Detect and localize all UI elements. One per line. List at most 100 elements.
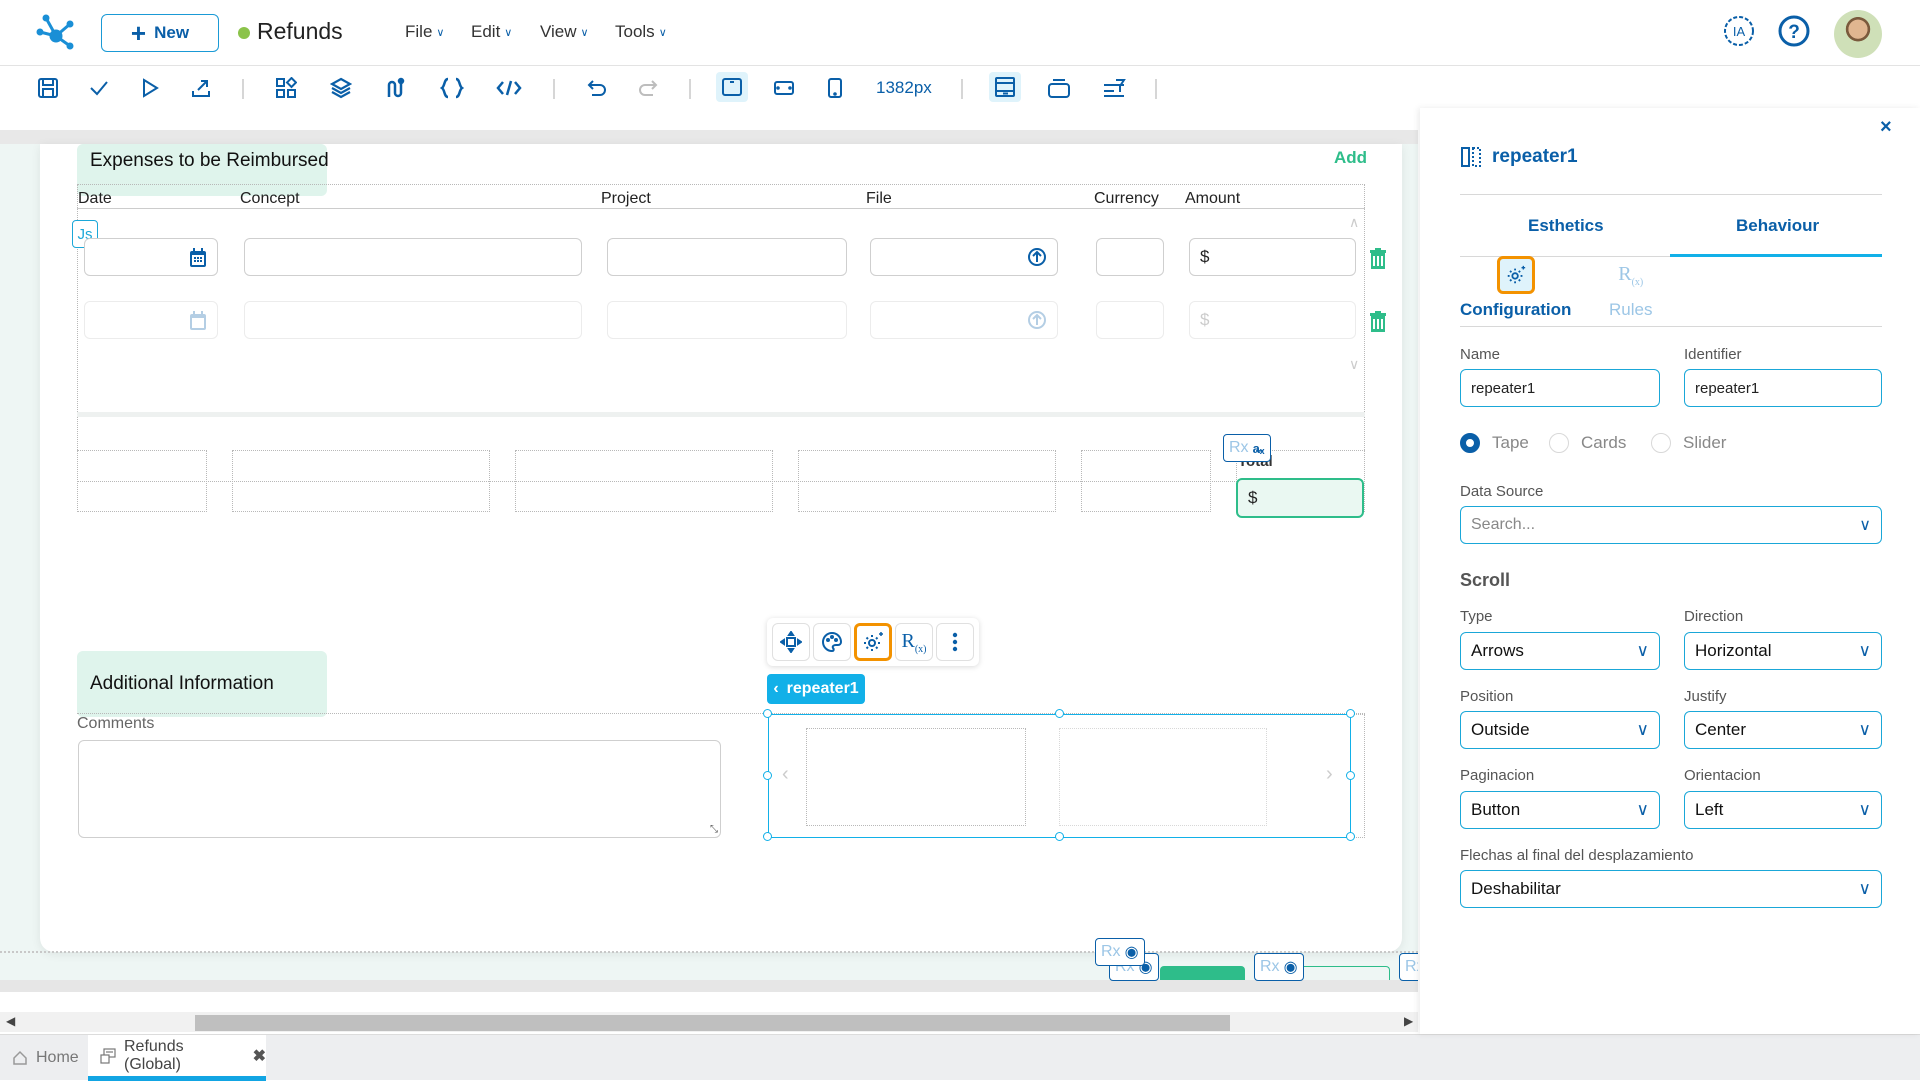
resize-handle[interactable] [763, 832, 772, 841]
amount-input[interactable]: $ [1189, 301, 1356, 339]
rx-visibility-badge[interactable]: Rx [1399, 953, 1418, 981]
arrows-end-select[interactable]: Deshabilitar ∨ [1460, 870, 1882, 908]
tab-refunds-global[interactable]: Refunds (Global) ✖ [88, 1035, 266, 1081]
menu-file[interactable]: File ∨ [405, 22, 444, 42]
scroll-left-icon[interactable]: ◀ [6, 1014, 15, 1028]
resize-handle-icon[interactable]: ⤡ [710, 824, 718, 835]
scroll-right-icon[interactable]: ▶ [1404, 1014, 1413, 1028]
file-input[interactable] [870, 301, 1058, 339]
project-input[interactable] [607, 238, 847, 276]
export-icon[interactable] [188, 75, 214, 101]
currency-input[interactable] [1096, 301, 1164, 339]
layers-icon[interactable] [328, 75, 354, 101]
upload-icon[interactable] [1027, 310, 1047, 330]
project-input[interactable] [607, 301, 847, 339]
orientation-select[interactable]: Left ∨ [1684, 791, 1882, 829]
resize-handle[interactable] [763, 709, 772, 718]
page-layout-icon[interactable] [989, 72, 1021, 102]
concept-input[interactable] [244, 301, 582, 339]
radio-slider[interactable]: Slider [1651, 433, 1726, 453]
user-avatar[interactable] [1834, 10, 1882, 58]
resize-handle[interactable] [1346, 832, 1355, 841]
secondary-button-preview[interactable] [1290, 966, 1390, 980]
menu-tools[interactable]: Tools ∨ [615, 22, 667, 42]
container-icon[interactable] [1046, 75, 1072, 101]
position-select[interactable]: Outside ∨ [1460, 711, 1660, 749]
grid-scroll-up-icon[interactable]: ∧ [1349, 214, 1359, 231]
tablet-view-icon[interactable] [771, 75, 797, 101]
calendar-icon[interactable] [189, 248, 207, 268]
redo-icon[interactable] [635, 75, 661, 101]
palette-icon[interactable] [813, 623, 851, 661]
config-gear-icon[interactable] [854, 623, 892, 661]
concept-input[interactable] [244, 238, 582, 276]
subtab-configuration[interactable]: Configuration [1460, 256, 1571, 320]
desktop-view-icon[interactable] [716, 72, 748, 102]
radio-cards[interactable]: Cards [1549, 433, 1626, 453]
selected-element-tag[interactable]: ‹ repeater1 [767, 674, 865, 704]
tab-behaviour[interactable]: Behaviour [1736, 216, 1819, 236]
rx-formula-badge[interactable]: Rx a̶ₓ [1223, 434, 1271, 462]
tab-home[interactable]: Home [12, 1035, 79, 1081]
resize-handle[interactable] [1055, 832, 1064, 841]
close-tab-icon[interactable]: ✖ [253, 1046, 266, 1066]
resize-handle[interactable] [1055, 709, 1064, 718]
radio-tape[interactable]: Tape [1460, 433, 1529, 453]
new-button[interactable]: + New [101, 14, 219, 52]
type-select[interactable]: Arrows ∨ [1460, 632, 1660, 670]
menu-view[interactable]: View ∨ [540, 22, 589, 42]
rx-visibility-badge[interactable]: Rx ◉ [1095, 938, 1145, 966]
mobile-view-icon[interactable] [822, 75, 848, 101]
app-logo-icon[interactable] [36, 12, 76, 52]
horizontal-scrollbar[interactable]: ◀ ▶ [0, 1012, 1418, 1032]
subtab-rules[interactable]: R(x) Rules [1609, 256, 1652, 320]
filter-icon[interactable] [1101, 75, 1127, 101]
undo-icon[interactable] [584, 75, 610, 101]
components-icon[interactable] [273, 75, 299, 101]
play-icon[interactable] [137, 75, 163, 101]
justify-select[interactable]: Center ∨ [1684, 711, 1882, 749]
total-input[interactable]: $ [1236, 478, 1364, 518]
menu-edit[interactable]: Edit ∨ [471, 22, 512, 42]
scrollbar-thumb[interactable] [195, 1015, 1230, 1031]
tab-esthetics[interactable]: Esthetics [1528, 216, 1604, 236]
check-icon[interactable] [86, 75, 112, 101]
resize-handle[interactable] [1346, 771, 1355, 780]
move-icon[interactable] [772, 623, 810, 661]
resize-handle[interactable] [1346, 709, 1355, 718]
name-input[interactable]: repeater1 [1460, 369, 1660, 407]
repeater-next-arrow-icon[interactable]: › [1326, 763, 1333, 786]
submit-button-preview[interactable] [1160, 966, 1245, 980]
rx-visibility-badge[interactable]: Rx ◉ [1254, 953, 1304, 981]
ai-assistant-button[interactable]: IA [1722, 14, 1756, 48]
date-input[interactable] [84, 238, 218, 276]
date-input[interactable] [84, 301, 218, 339]
amount-input[interactable]: $ [1189, 238, 1356, 276]
code-icon[interactable] [496, 75, 522, 101]
repeater-selected[interactable]: ‹ › [763, 709, 1355, 841]
calendar-icon[interactable] [189, 311, 207, 331]
add-row-link[interactable]: Add [1334, 148, 1367, 168]
pagination-select[interactable]: Button ∨ [1460, 791, 1660, 829]
data-source-select[interactable]: Search... ∨ [1460, 506, 1882, 544]
direction-select[interactable]: Horizontal ∨ [1684, 632, 1882, 670]
file-input[interactable] [870, 238, 1058, 276]
rules-rx-icon[interactable]: R(x) [895, 623, 933, 661]
upload-icon[interactable] [1027, 247, 1047, 267]
close-panel-icon[interactable]: × [1880, 116, 1892, 139]
identifier-input[interactable]: repeater1 [1684, 369, 1882, 407]
delete-row-icon[interactable] [1369, 311, 1387, 333]
braces-icon[interactable] [439, 75, 465, 101]
resize-handle[interactable] [763, 771, 772, 780]
delete-row-icon[interactable] [1369, 248, 1387, 270]
repeater-prev-arrow-icon[interactable]: ‹ [782, 763, 789, 786]
design-canvas[interactable]: Expenses to be Reimbursed Add Date Conce… [0, 108, 1418, 1006]
flow-icon[interactable] [383, 75, 409, 101]
additional-section-title[interactable]: Additional Information [90, 673, 274, 695]
comments-textarea[interactable]: ⤡ [78, 740, 721, 838]
help-button[interactable]: ? [1777, 14, 1811, 48]
expenses-section-title[interactable]: Expenses to be Reimbursed [90, 150, 329, 172]
save-icon[interactable] [35, 75, 61, 101]
currency-input[interactable] [1096, 238, 1164, 276]
more-vertical-icon[interactable] [936, 623, 974, 661]
